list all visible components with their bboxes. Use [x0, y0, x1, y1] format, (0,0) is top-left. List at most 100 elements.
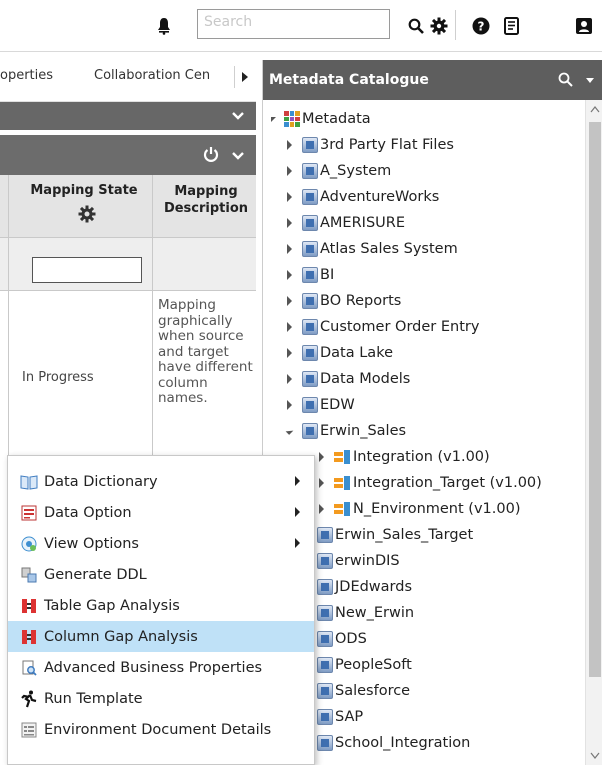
bell-icon[interactable] [150, 12, 178, 40]
tree-node-erwindis[interactable]: erwinDIS [302, 548, 400, 574]
tab-collaboration[interactable]: Collaboration Cen [94, 68, 210, 83]
tree-node-3rd-party[interactable]: 3rd Party Flat Files [287, 132, 454, 158]
expand-arrow-icon[interactable] [319, 478, 324, 488]
expand-arrow-icon[interactable] [287, 270, 292, 280]
tree-node-bo-reports[interactable]: BO Reports [287, 288, 401, 314]
dropdown-caret-icon[interactable] [585, 77, 595, 85]
chevron-down-icon[interactable] [232, 151, 244, 161]
tree-node-label: Salesforce [335, 683, 411, 699]
menu-item-table-gap-analysis[interactable]: Table Gap Analysis [8, 590, 314, 621]
database-icon [302, 371, 318, 387]
metadata-icon [284, 111, 300, 127]
environment-icon [334, 501, 350, 517]
tree-node-label: SAP [335, 709, 364, 725]
tree-node-amerisure[interactable]: AMERISURE [287, 210, 405, 236]
tree-node-integration[interactable]: Integration (v1.00) [319, 444, 490, 470]
tree-node-atlas-sales[interactable]: Atlas Sales System [287, 236, 458, 262]
notes-icon[interactable] [498, 12, 526, 40]
menu-item-label: Column Gap Analysis [44, 628, 198, 645]
scroll-down-icon[interactable] [590, 752, 600, 759]
catalogue-title: Metadata Catalogue [269, 72, 429, 88]
search-input[interactable]: Search [197, 9, 390, 39]
collapse-arrow-icon[interactable] [271, 116, 276, 122]
submenu-arrow-icon [295, 476, 300, 486]
tree-node-new-erwin[interactable]: New_Erwin [302, 600, 414, 626]
tree-node-data-lake[interactable]: Data Lake [287, 340, 393, 366]
tree-node-peoplesoft[interactable]: PeopleSoft [302, 652, 412, 678]
tree-node-adventureworks[interactable]: AdventureWorks [287, 184, 439, 210]
expand-arrow-icon[interactable] [287, 244, 292, 254]
menu-item-label: Table Gap Analysis [44, 597, 180, 614]
tree-node-label: ODS [335, 631, 367, 647]
gear-icon[interactable] [78, 205, 96, 223]
tree-node-label: Metadata [302, 111, 371, 127]
help-icon[interactable]: ? [467, 12, 495, 40]
tree-node-metadata[interactable]: Metadata [271, 106, 371, 132]
tree-node-label: EDW [320, 397, 355, 413]
expand-arrow-icon[interactable] [319, 452, 324, 462]
tree-node-edw[interactable]: EDW [287, 392, 355, 418]
menu-item-advanced-business-properties[interactable]: Advanced Business Properties [8, 652, 314, 683]
menu-item-run-template[interactable]: Run Template [8, 683, 314, 714]
database-icon [302, 345, 318, 361]
database-icon [302, 423, 318, 439]
svg-text:?: ? [478, 20, 485, 34]
tree-scrollbar[interactable] [585, 100, 602, 765]
chevron-down-icon[interactable] [232, 111, 244, 121]
mapping-state-filter-input[interactable] [32, 257, 142, 283]
expand-arrow-icon[interactable] [287, 192, 292, 202]
expand-arrow-icon[interactable] [287, 348, 292, 358]
database-icon [302, 163, 318, 179]
tree-node-a-system[interactable]: A_System [287, 158, 391, 184]
tree-node-label: Erwin_Sales_Target [335, 527, 474, 543]
column-header-mapping-description[interactable]: Mapping Description [158, 183, 254, 217]
expand-arrow-icon[interactable] [287, 296, 292, 306]
expand-arrow-icon[interactable] [287, 140, 292, 150]
database-icon [302, 397, 318, 413]
menu-item-label: Run Template [44, 690, 143, 707]
power-icon[interactable] [203, 146, 219, 163]
tree-node-label: 3rd Party Flat Files [320, 137, 454, 153]
expand-arrow-icon[interactable] [287, 400, 292, 410]
database-icon [317, 735, 333, 751]
tree-node-customer-order[interactable]: Customer Order Entry [287, 314, 479, 340]
expand-arrow-icon[interactable] [287, 374, 292, 384]
tree-node-erwin-sales-target[interactable]: Erwin_Sales_Target [302, 522, 473, 548]
expand-arrow-icon[interactable] [319, 504, 324, 514]
menu-item-generate-ddl[interactable]: Generate DDL [8, 559, 314, 590]
view-options-icon [20, 535, 38, 553]
app-window: Search ? operties Collaboration Cen Mapp… [0, 0, 602, 765]
tree-node-erwin-sales[interactable]: Erwin_Sales [285, 418, 407, 444]
context-menu: Data Dictionary Data Option View Options… [7, 455, 315, 765]
database-icon [317, 605, 333, 621]
expand-arrow-icon[interactable] [287, 322, 292, 332]
search-icon[interactable] [558, 72, 573, 87]
menu-item-label: Data Option [44, 504, 132, 521]
user-icon[interactable] [570, 12, 598, 40]
tree-node-salesforce[interactable]: Salesforce [302, 678, 410, 704]
tree-node-integration-target[interactable]: Integration_Target (v1.00) [319, 470, 542, 496]
tab-properties[interactable]: operties [0, 68, 53, 83]
column-header-mapping-state[interactable]: Mapping State [22, 183, 146, 198]
menu-item-data-dictionary[interactable]: Data Dictionary [8, 466, 314, 497]
menu-item-label: Advanced Business Properties [44, 659, 263, 676]
tree-node-bi[interactable]: BI [287, 262, 334, 288]
collapse-arrow-icon[interactable] [285, 427, 294, 435]
menu-item-environment-document-details[interactable]: Environment Document Details [8, 714, 314, 745]
menu-item-label: Environment Document Details [44, 721, 272, 738]
tree-node-n-environment[interactable]: N_Environment (v1.00) [319, 496, 520, 522]
tab-scroll-right-icon[interactable] [234, 66, 254, 88]
scroll-up-icon[interactable] [590, 106, 600, 113]
menu-item-column-gap-analysis[interactable]: Column Gap Analysis [8, 621, 314, 652]
menu-item-data-option[interactable]: Data Option [8, 497, 314, 528]
expand-arrow-icon[interactable] [287, 218, 292, 228]
tree-node-label: Erwin_Sales [320, 423, 407, 439]
expand-arrow-icon[interactable] [287, 166, 292, 176]
tree-node-jdedwards[interactable]: JDEdwards [302, 574, 412, 600]
menu-item-view-options[interactable]: View Options [8, 528, 314, 559]
gear-icon[interactable] [425, 12, 453, 40]
scrollbar-thumb[interactable] [589, 122, 601, 677]
tree-node-school-integration[interactable]: School_Integration [302, 730, 470, 756]
catalogue-header: Metadata Catalogue [263, 60, 602, 100]
tree-node-data-models[interactable]: Data Models [287, 366, 410, 392]
